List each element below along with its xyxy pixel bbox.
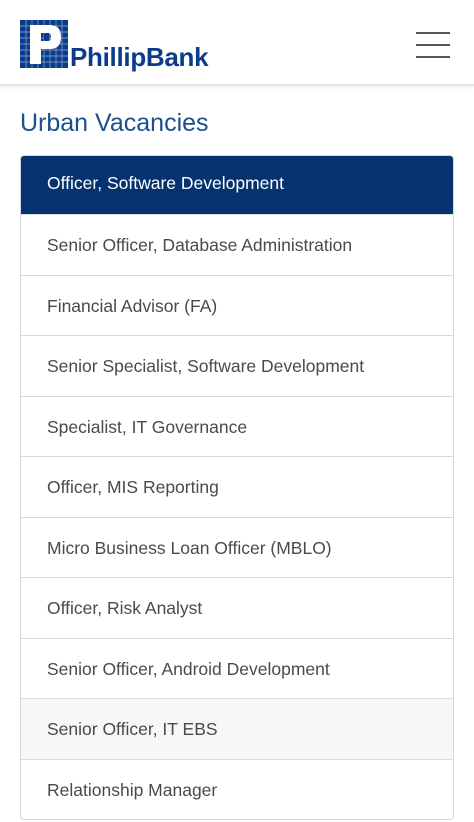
phillipbank-logo-icon xyxy=(20,20,68,68)
page-title: Urban Vacancies xyxy=(20,109,209,137)
vacancy-item-micro-business-loan-officer[interactable]: Micro Business Loan Officer (MBLO) xyxy=(21,516,453,578)
vacancy-list: Officer, Software Development Senior Off… xyxy=(20,155,454,820)
site-header: PhillipBank xyxy=(0,0,474,86)
menu-bar xyxy=(416,44,450,46)
hamburger-menu-icon[interactable] xyxy=(416,32,450,58)
vacancy-item-senior-officer-database-administration[interactable]: Senior Officer, Database Administration xyxy=(21,214,453,275)
menu-bar xyxy=(416,56,450,58)
vacancy-item-relationship-manager[interactable]: Relationship Manager xyxy=(21,758,453,820)
brand-logo[interactable]: PhillipBank xyxy=(20,20,209,72)
vacancy-item-financial-advisor[interactable]: Financial Advisor (FA) xyxy=(21,274,453,336)
vacancy-item-specialist-it-governance[interactable]: Specialist, IT Governance xyxy=(21,395,453,457)
vacancy-item-officer-software-development[interactable]: Officer, Software Development xyxy=(21,156,453,214)
vacancy-item-officer-risk-analyst[interactable]: Officer, Risk Analyst xyxy=(21,577,453,638)
vacancy-item-senior-officer-android-development[interactable]: Senior Officer, Android Development xyxy=(21,637,453,699)
vacancy-item-senior-officer-it-ebs[interactable]: Senior Officer, IT EBS xyxy=(21,698,453,759)
vacancy-item-officer-mis-reporting[interactable]: Officer, MIS Reporting xyxy=(21,456,453,517)
vacancy-item-senior-specialist-software-development[interactable]: Senior Specialist, Software Development xyxy=(21,335,453,396)
brand-name: PhillipBank xyxy=(70,42,209,72)
menu-bar xyxy=(416,32,450,34)
